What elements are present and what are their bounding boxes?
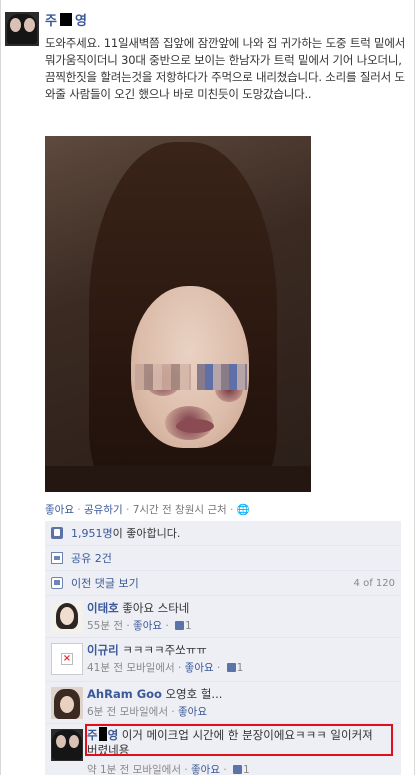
eye-mosaic-right <box>197 364 247 390</box>
view-previous-comments-link[interactable]: 이전 댓글 보기 <box>71 575 139 591</box>
likes-row: 1,951명 이 좋아합니다. <box>45 521 401 546</box>
author-name-last[interactable]: 영 <box>75 10 87 29</box>
comment-meta: 41분 전 모바일에서 · 좋아요 · 1 <box>87 662 244 674</box>
post-message: 도와주세요. 11일새벽쯤 집앞에 잠깐앞에 나와 집 귀가하는 도중 트럭 밑… <box>45 36 406 101</box>
author-name-first[interactable]: 주 <box>45 10 57 29</box>
post-location[interactable]: 창원시 근처 <box>175 504 227 516</box>
post-time[interactable]: 7시간 전 <box>133 504 172 516</box>
thumbs-up-icon <box>226 663 236 672</box>
likes-suffix: 이 좋아합니다. <box>112 527 181 540</box>
comment-like-count[interactable]: 1 <box>237 662 244 674</box>
comment-meta: 6분 전 모바일에서 · 좋아요 <box>87 706 207 718</box>
thumbs-up-icon <box>233 765 242 774</box>
comment-time[interactable]: 약 1분 전 모바일에서 <box>87 764 181 775</box>
comment-text: 이거 메이크업 시간에 한 분장이에요ㅋㅋㅋ 일이커져버렸네용 <box>87 728 373 757</box>
commenter-name[interactable]: 이태호 <box>87 601 119 615</box>
comment-item: 이태호 좋아요 스타네 55분 전 · 좋아요 · 1 <box>45 596 401 638</box>
comment-time[interactable]: 55분 전 <box>87 620 123 632</box>
like-link[interactable]: 좋아요 <box>45 504 74 516</box>
eye-mosaic-left <box>135 364 191 390</box>
comment-like-link[interactable]: 좋아요 <box>185 662 214 674</box>
commenter-avatar[interactable] <box>51 601 83 633</box>
likes-count-link[interactable]: 1,951명 <box>71 525 113 541</box>
post-actions: 좋아요 · 공유하기 · 7시간 전 창원시 근처 · 🌐 <box>45 504 250 516</box>
commenter-name[interactable]: AhRam Goo <box>87 687 162 701</box>
comment-text: 좋아요 스타네 <box>122 601 190 615</box>
comment-item: 주영 이거 메이크업 시간에 한 분장이에요ㅋㅋㅋ 일이커져버렸네용 약 1분 … <box>45 724 401 775</box>
comment-time[interactable]: 6분 전 모바일에서 <box>87 706 168 718</box>
comment-item: AhRam Goo 오영호 헐... 6분 전 모바일에서 · 좋아요 <box>45 682 401 724</box>
commenter-name[interactable]: 이규리 <box>87 643 119 657</box>
comment-like-count[interactable]: 1 <box>243 764 250 775</box>
thumbs-up-icon <box>51 527 63 539</box>
author-avatar[interactable] <box>5 12 39 46</box>
commenter-avatar[interactable] <box>51 687 83 719</box>
comment-text: 오영호 헐... <box>165 687 223 701</box>
author-name[interactable]: 주 영 <box>45 10 87 29</box>
comment-time[interactable]: 41분 전 모바일에서 <box>87 662 175 674</box>
comment-like-link[interactable]: 좋아요 <box>178 706 207 718</box>
redaction-bar <box>98 727 107 741</box>
shares-row: 공유 2건 <box>45 546 401 571</box>
globe-icon: 🌐 <box>236 504 250 516</box>
redaction-bar <box>59 13 72 26</box>
share-link[interactable]: 공유하기 <box>84 504 123 516</box>
comment-counter: 4 of 120 <box>353 577 395 589</box>
facebook-post: 주 영 도와주세요. 11일새벽쯤 집앞에 잠깐앞에 나와 집 귀가하는 도중 … <box>0 0 415 775</box>
comment-like-link[interactable]: 좋아요 <box>133 620 162 632</box>
comment-meta: 약 1분 전 모바일에서 · 좋아요 · 1 <box>87 764 250 775</box>
commenter-name-last[interactable]: 영 <box>108 728 119 742</box>
prev-comments-row: 이전 댓글 보기 4 of 120 <box>45 571 401 596</box>
comment-meta: 55분 전 · 좋아요 · 1 <box>87 620 192 632</box>
commenter-avatar[interactable]: × <box>51 643 83 675</box>
shares-link[interactable]: 공유 2건 <box>71 550 112 566</box>
post-photo[interactable] <box>45 136 311 492</box>
comment-text: ㅋㅋㅋㅋ주쏘ㅠㅠ <box>122 643 207 657</box>
commenter-name-first[interactable]: 주 <box>87 728 98 742</box>
comment-icon <box>51 577 63 589</box>
broken-image-icon: × <box>61 653 73 665</box>
commenter-avatar[interactable] <box>51 729 83 761</box>
feedback-box: 1,951명 이 좋아합니다. 공유 2건 이전 댓글 보기 4 of 120 … <box>45 521 401 775</box>
share-icon <box>51 552 63 564</box>
commenter-name[interactable]: 주영 <box>87 727 119 742</box>
comment-item: × 이규리 ㅋㅋㅋㅋ주쏘ㅠㅠ 41분 전 모바일에서 · 좋아요 · 1 <box>45 638 401 682</box>
comment-like-count[interactable]: 1 <box>185 620 192 632</box>
comment-like-link[interactable]: 좋아요 <box>191 764 220 775</box>
thumbs-up-icon <box>175 621 185 630</box>
